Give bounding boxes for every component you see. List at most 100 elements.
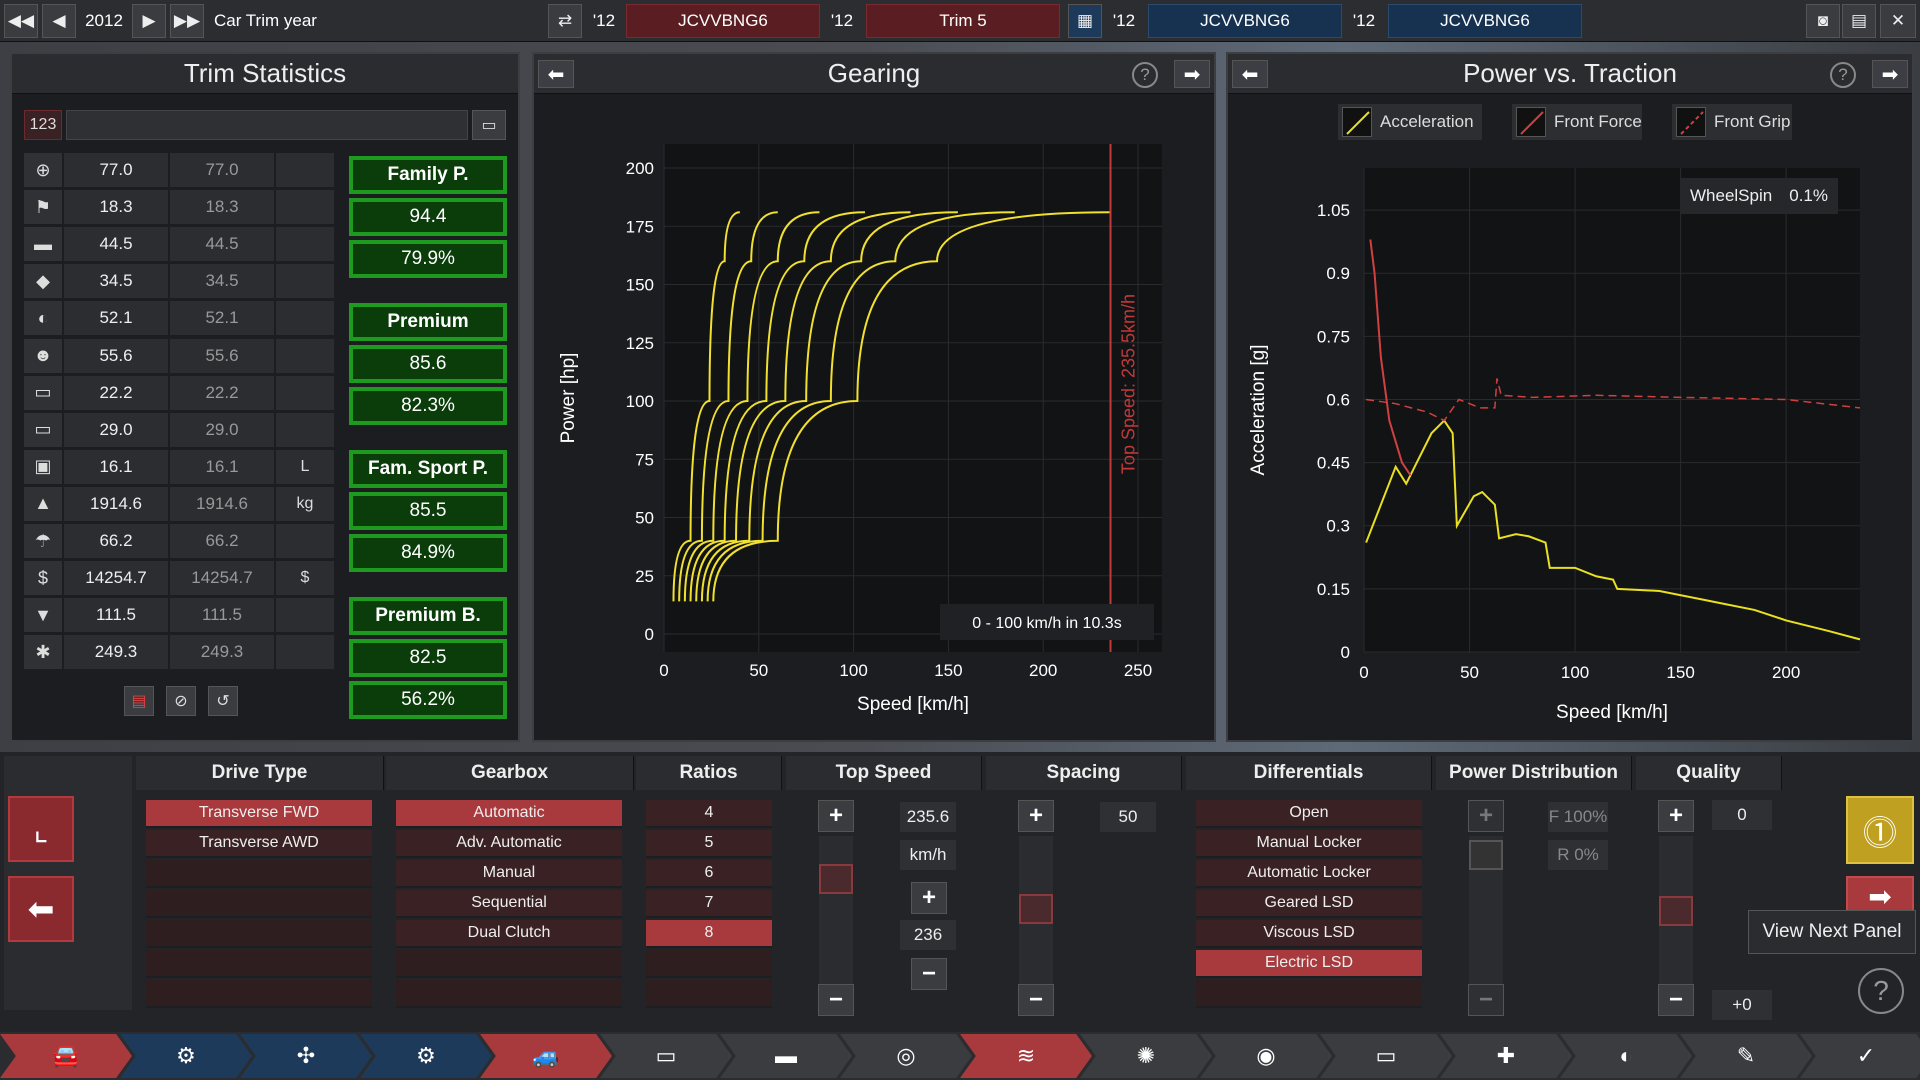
- drive-option[interactable]: Transverse FWD: [146, 800, 372, 828]
- gearing-next-button[interactable]: ➡: [1174, 60, 1210, 88]
- clear-button[interactable]: ⊘: [166, 686, 196, 716]
- tab-safety[interactable]: ✚: [1440, 1034, 1572, 1078]
- diffs-option[interactable]: Open: [1196, 800, 1422, 828]
- chassis-view-button[interactable]: ⌞: [8, 796, 74, 862]
- quality-increase-button[interactable]: +: [1658, 800, 1694, 832]
- quality-decrease-button[interactable]: −: [1658, 984, 1694, 1016]
- tab-check[interactable]: ✓: [1800, 1034, 1920, 1078]
- tab-interior[interactable]: ▭: [1320, 1034, 1452, 1078]
- diffs-option[interactable]: Manual Locker: [1196, 830, 1422, 858]
- compare-slot-4[interactable]: JCVVBNG6: [1388, 4, 1582, 38]
- tab-fixture[interactable]: ▬: [720, 1034, 852, 1078]
- open-folder-button[interactable]: ▭: [472, 110, 506, 140]
- year-value: 2012: [85, 11, 123, 30]
- top-speed-slider-track[interactable]: [819, 836, 853, 996]
- power-dist-rear: R 0%: [1548, 840, 1608, 870]
- bottom-help-button[interactable]: ?: [1858, 968, 1904, 1014]
- tab-engine-parts[interactable]: ✣: [240, 1034, 372, 1078]
- power-traction-title: Power vs. Traction: [1228, 54, 1912, 94]
- y-tick-label: 0.45: [1317, 454, 1350, 473]
- tab-body[interactable]: ▭: [600, 1034, 732, 1078]
- top-speed-increase-button[interactable]: +: [818, 800, 854, 832]
- stat-unit: kg: [276, 486, 334, 521]
- first-year-button[interactable]: ◀◀: [4, 4, 38, 38]
- gearing-prev-button[interactable]: ⬅: [538, 60, 574, 88]
- calculator-button[interactable]: ▤: [1842, 4, 1876, 38]
- quality-slider-thumb[interactable]: [1659, 896, 1693, 926]
- tab-chassis[interactable]: 🚙: [480, 1034, 612, 1078]
- top-speed-step-up-button[interactable]: +: [911, 882, 947, 914]
- back-button[interactable]: ⬅: [8, 876, 74, 942]
- pvt-prev-button[interactable]: ⬅: [1232, 60, 1268, 88]
- stat-value: 44.5: [64, 227, 168, 262]
- legend-acceleration[interactable]: Acceleration: [1338, 104, 1482, 140]
- ratios-option[interactable]: 8: [646, 920, 772, 948]
- spacing-decrease-button[interactable]: −: [1018, 984, 1054, 1016]
- tab-wheels[interactable]: ✺: [1080, 1034, 1212, 1078]
- top-speed-annotation: Top Speed: 235.5km/h: [1119, 294, 1139, 474]
- tab-test[interactable]: ◐: [1560, 1034, 1692, 1078]
- ratios-option[interactable]: 6: [646, 860, 772, 888]
- pvt-help-button[interactable]: ?: [1830, 62, 1856, 88]
- report-button[interactable]: ▤: [124, 686, 154, 716]
- legend-front-force[interactable]: Front Force: [1512, 104, 1642, 140]
- tab-drive[interactable]: ✎: [1680, 1034, 1812, 1078]
- ratios-option[interactable]: 5: [646, 830, 772, 858]
- drive-option[interactable]: Transverse AWD: [146, 830, 372, 858]
- gearing-help-button[interactable]: ?: [1132, 62, 1158, 88]
- close-button[interactable]: ✕: [1880, 4, 1916, 38]
- tab-brakes[interactable]: ◉: [1200, 1034, 1332, 1078]
- prev-year-button[interactable]: ◀: [42, 4, 76, 38]
- group-name[interactable]: Family P.: [349, 156, 507, 194]
- screenshot-button[interactable]: ◙: [1806, 4, 1840, 38]
- compare-slot-3[interactable]: JCVVBNG6: [1148, 4, 1342, 38]
- compare-slot-2[interactable]: Trim 5: [866, 4, 1060, 38]
- power-dist-decrease-button[interactable]: −: [1468, 984, 1504, 1016]
- ratios-option[interactable]: 4: [646, 800, 772, 828]
- spacing-increase-button[interactable]: +: [1018, 800, 1054, 832]
- app-root: ◀◀ ◀ 2012 ▶ ▶▶ Car Trim year ⇄ '12 JCVVB…: [0, 0, 1920, 1080]
- group-percent: 79.9%: [349, 240, 507, 278]
- tab-engine[interactable]: ⚙: [120, 1034, 252, 1078]
- top-speed-slider-thumb[interactable]: [819, 864, 853, 894]
- stat-row: ☂ 66.2 66.2: [24, 523, 334, 559]
- stat-row: ✱ 249.3 249.3: [24, 634, 334, 670]
- power-dist-increase-button[interactable]: +: [1468, 800, 1504, 832]
- group-name[interactable]: Premium: [349, 303, 507, 341]
- stat-compare-value: 52.1: [170, 301, 274, 336]
- compare-car-button[interactable]: ⇄: [548, 4, 582, 38]
- tab-car[interactable]: 🚘: [0, 1034, 132, 1078]
- gearbox-option[interactable]: Manual: [396, 860, 622, 888]
- ratios-option[interactable]: 7: [646, 890, 772, 918]
- last-year-button[interactable]: ▶▶: [170, 4, 204, 38]
- folder-car-icon: ▭: [481, 117, 497, 134]
- diffs-option[interactable]: Viscous LSD: [1196, 920, 1422, 948]
- next-year-button[interactable]: ▶: [132, 4, 166, 38]
- tab-engine-tune[interactable]: ⚙: [360, 1034, 492, 1078]
- group-name[interactable]: Premium B.: [349, 597, 507, 635]
- tab-suspension[interactable]: ≋: [960, 1034, 1092, 1078]
- group-name[interactable]: Fam. Sport P.: [349, 450, 507, 488]
- top-speed-step-down-button[interactable]: −: [911, 958, 947, 990]
- gearbox-option[interactable]: Dual Clutch: [396, 920, 622, 948]
- reset-button[interactable]: ↺: [208, 686, 238, 716]
- compare-gear-button[interactable]: ▦: [1068, 4, 1102, 38]
- tab-aero[interactable]: ◎: [840, 1034, 972, 1078]
- gearbox-option[interactable]: Sequential: [396, 890, 622, 918]
- compare-slot-1[interactable]: JCVVBNG6: [626, 4, 820, 38]
- gearbox-option[interactable]: Adv. Automatic: [396, 830, 622, 858]
- diffs-empty-slot: [1196, 980, 1422, 1008]
- stat-unit: [276, 635, 334, 670]
- trim-search-input[interactable]: [66, 110, 468, 140]
- gearbox-option[interactable]: Automatic: [396, 800, 622, 828]
- diffs-option[interactable]: Geared LSD: [1196, 890, 1422, 918]
- pvt-next-button[interactable]: ➡: [1872, 60, 1908, 88]
- power-dist-slider-thumb[interactable]: [1469, 840, 1503, 870]
- drive-empty-slot: [146, 950, 372, 978]
- spacing-slider-thumb[interactable]: [1019, 894, 1053, 924]
- top-speed-decrease-button[interactable]: −: [818, 984, 854, 1016]
- diffs-option[interactable]: Automatic Locker: [1196, 860, 1422, 888]
- diffs-option[interactable]: Electric LSD: [1196, 950, 1422, 978]
- legend-front-grip[interactable]: Front Grip: [1672, 104, 1792, 140]
- warning-button[interactable]: ⓵: [1846, 796, 1914, 864]
